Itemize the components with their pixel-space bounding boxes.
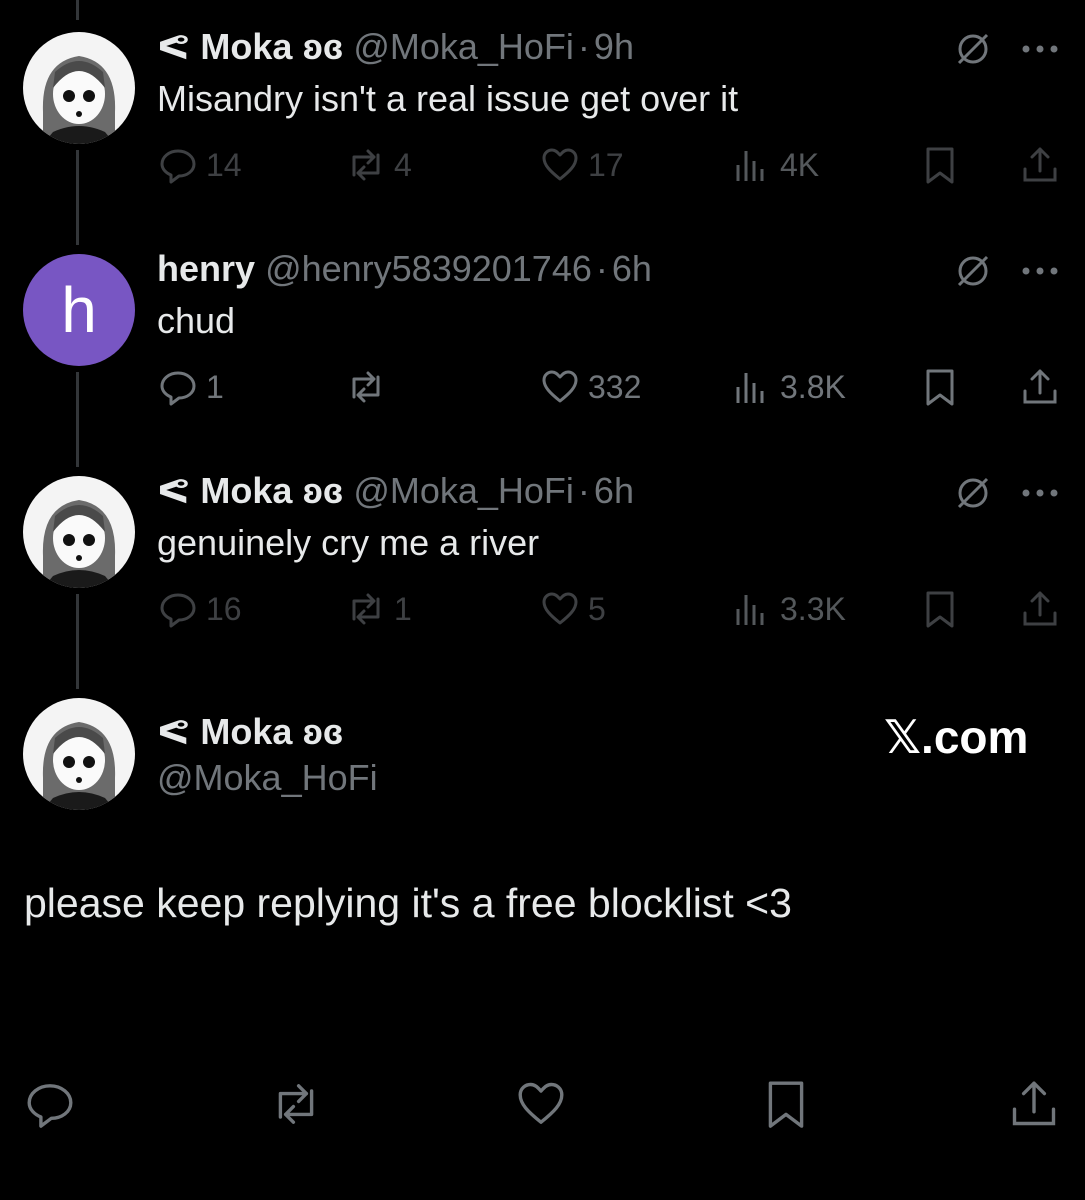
like-count: 17	[588, 146, 624, 183]
more-icon[interactable]	[1020, 265, 1060, 277]
bookmark-button[interactable]	[920, 365, 960, 409]
repost-count: 4	[394, 146, 412, 183]
view-count: 3.8K	[780, 368, 846, 405]
reply-icon	[27, 1084, 73, 1128]
share-icon	[1023, 147, 1057, 182]
thread-line	[76, 0, 79, 20]
main-action-bar	[0, 1078, 1085, 1130]
display-name[interactable]: ᕙ Moka ʚɞ	[157, 469, 343, 513]
avatar-letter: h	[61, 274, 97, 346]
action-bar: 16 1 5 3.3K	[0, 587, 1085, 631]
action-bar: 1 332 3.8K	[0, 365, 1085, 409]
like-count: 332	[588, 368, 642, 405]
bookmark-icon	[768, 1081, 804, 1128]
tweet-header: henry @henry5839201746 · 6h	[157, 247, 652, 291]
repost-button[interactable]: 1	[346, 587, 412, 631]
tweet-header: ᕙ Moka ʚɞ @Moka_HoFi · 9h	[157, 25, 634, 69]
action-bar: 14 4 17 4K	[0, 143, 1085, 187]
like-count: 5	[588, 590, 606, 627]
repost-icon	[352, 149, 380, 181]
share-icon	[1023, 369, 1057, 404]
repost-button[interactable]	[270, 1078, 322, 1130]
timestamp[interactable]: 9h	[594, 25, 634, 69]
like-button[interactable]: 17	[540, 143, 624, 187]
view-count: 4K	[780, 146, 820, 183]
reply-button[interactable]: 14	[158, 143, 242, 187]
view-count: 3.3K	[780, 590, 846, 627]
handle[interactable]: @Moka_HoFi	[157, 756, 378, 800]
bookmark-icon	[926, 591, 954, 628]
reply-icon	[160, 149, 196, 184]
reply-icon	[160, 371, 196, 406]
share-button[interactable]	[1020, 587, 1060, 631]
reply-button[interactable]: 16	[158, 587, 242, 631]
like-button[interactable]: 5	[540, 587, 606, 631]
brand-watermark: 𝕏.com	[884, 711, 1029, 763]
handle[interactable]: @Moka_HoFi	[353, 25, 574, 69]
avatar[interactable]	[23, 476, 135, 588]
display-name[interactable]: ᕙ Moka ʚɞ	[157, 710, 343, 754]
views-button[interactable]: 3.8K	[732, 365, 846, 409]
share-icon	[1012, 1081, 1056, 1126]
repost-button[interactable]: 4	[346, 143, 412, 187]
share-button[interactable]	[1008, 1078, 1060, 1130]
bookmark-button[interactable]	[760, 1078, 812, 1130]
more-icon[interactable]	[1020, 43, 1060, 55]
repost-icon	[278, 1084, 314, 1124]
bookmark-button[interactable]	[920, 143, 960, 187]
views-icon	[736, 595, 764, 625]
reply-count: 1	[206, 368, 224, 405]
share-icon	[1023, 591, 1057, 626]
grok-icon[interactable]	[953, 29, 993, 69]
repost-count: 1	[394, 590, 412, 627]
repost-icon	[352, 371, 380, 403]
grok-icon[interactable]	[953, 473, 993, 513]
avatar[interactable]: h	[23, 254, 135, 366]
views-icon	[736, 373, 764, 403]
separator-dot: ·	[577, 26, 590, 67]
bookmark-icon	[926, 147, 954, 184]
views-icon	[736, 151, 764, 181]
separator-dot: ·	[595, 248, 608, 289]
timestamp[interactable]: 6h	[612, 247, 652, 291]
tweet-text: Misandry isn't a real issue get over it	[157, 78, 739, 119]
display-name[interactable]: ᕙ Moka ʚɞ	[157, 25, 343, 69]
main-tweet-text: please keep replying it's a free blockli…	[24, 880, 792, 926]
more-icon[interactable]	[1020, 487, 1060, 499]
display-name[interactable]: henry	[157, 247, 255, 291]
bookmark-icon	[926, 369, 954, 406]
heart-icon	[518, 1082, 564, 1124]
heart-icon	[542, 148, 578, 181]
share-button[interactable]	[1020, 365, 1060, 409]
tweet-header: ᕙ Moka ʚɞ	[157, 710, 343, 754]
handle[interactable]: @henry5839201746	[265, 247, 592, 291]
reply-button[interactable]: 1	[158, 365, 224, 409]
bookmark-button[interactable]	[920, 587, 960, 631]
heart-icon	[542, 370, 578, 403]
tweet-header: ᕙ Moka ʚɞ @Moka_HoFi · 6h	[157, 469, 634, 513]
grok-icon[interactable]	[953, 251, 993, 291]
repost-button[interactable]	[346, 365, 394, 409]
share-button[interactable]	[1020, 143, 1060, 187]
like-button[interactable]	[515, 1078, 567, 1130]
views-button[interactable]: 3.3K	[732, 587, 846, 631]
heart-icon	[542, 592, 578, 625]
timestamp[interactable]: 6h	[594, 469, 634, 513]
avatar[interactable]	[23, 698, 135, 810]
reply-count: 16	[206, 590, 242, 627]
handle[interactable]: @Moka_HoFi	[353, 469, 574, 513]
avatar[interactable]	[23, 32, 135, 144]
views-button[interactable]: 4K	[732, 143, 819, 187]
reply-button[interactable]	[24, 1078, 76, 1130]
reply-count: 14	[206, 146, 242, 183]
separator-dot: ·	[577, 470, 590, 511]
tweet-text: chud	[157, 300, 236, 341]
tweet-text: genuinely cry me a river	[157, 522, 540, 563]
reply-icon	[160, 593, 196, 628]
repost-icon	[352, 593, 380, 625]
like-button[interactable]: 332	[540, 365, 641, 409]
